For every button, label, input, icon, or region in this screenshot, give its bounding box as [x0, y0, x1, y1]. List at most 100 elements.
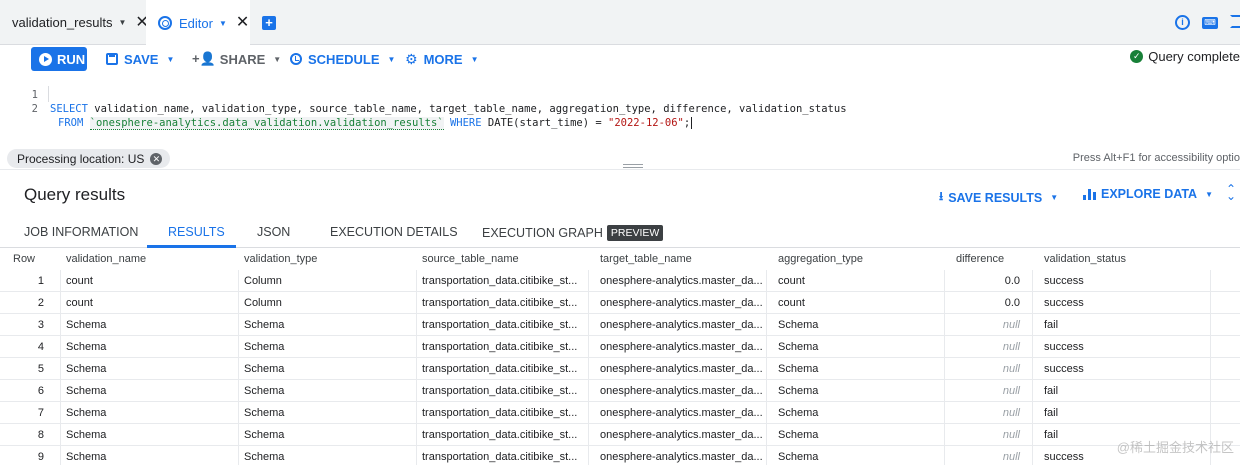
column-header-source-table-name[interactable]: source_table_name [416, 248, 592, 270]
column-divider [766, 292, 767, 314]
column-divider [588, 292, 589, 314]
table-row[interactable]: 6 Schema Schema transportation_data.citibik… [0, 380, 1240, 402]
table-row[interactable]: 3 Schema Schema transportation_data.citibik… [0, 314, 1240, 336]
cell-row-number: 7 [37, 407, 44, 419]
new-tab-plus-icon[interactable]: + [262, 16, 276, 30]
code-line-1[interactable]: 1 SELECT validation_name, validation_typ… [0, 74, 847, 115]
cell-validation-status: success [1044, 275, 1084, 287]
sql-editor[interactable]: 1 SELECT validation_name, validation_typ… [0, 73, 1240, 148]
save-button[interactable]: SAVE ▼ [106, 49, 174, 69]
table-row[interactable]: 9 Schema Schema transportation_data.citibik… [0, 446, 1240, 465]
column-divider [238, 336, 239, 358]
chevron-down-icon[interactable]: ▼ [219, 19, 227, 28]
column-divider [416, 446, 417, 465]
column-header-aggregation-type[interactable]: aggregation_type [772, 248, 948, 270]
cell-aggregation-type: Schema [778, 319, 819, 331]
column-divider [588, 314, 589, 336]
column-divider [588, 358, 589, 380]
column-divider [944, 314, 945, 336]
cell-source-table-name: transportation_data.citibike_st... [422, 341, 578, 353]
schedule-button[interactable]: SCHEDULE ▼ [290, 49, 395, 69]
cell-difference: null [1002, 341, 1020, 353]
cell-aggregation-type: count [778, 297, 805, 309]
table-row[interactable]: 8 Schema Schema transportation_data.citibik… [0, 424, 1240, 446]
tab-execution-details[interactable]: EXECUTION DETAILS [330, 225, 458, 239]
table-row[interactable]: 4 Schema Schema transportation_data.citibik… [0, 336, 1240, 358]
cell-aggregation-type: Schema [778, 429, 819, 441]
share-button[interactable]: +👤 SHARE ▼ [192, 49, 281, 69]
tab-results[interactable]: RESULTS [168, 225, 225, 239]
close-icon[interactable]: ✕ [236, 15, 249, 31]
table-row[interactable]: 2 count Column transportation_data.citibike… [0, 292, 1240, 314]
close-icon[interactable]: ✕ [150, 152, 163, 165]
column-divider [1032, 446, 1033, 465]
resize-handle[interactable] [623, 164, 643, 168]
column-divider [416, 314, 417, 336]
download-icon: ⭳ [939, 189, 944, 203]
run-label: RUN [57, 51, 86, 67]
info-icon[interactable]: i [1175, 15, 1190, 30]
chevron-down-icon[interactable]: ▼ [118, 18, 126, 27]
results-tabs: JOB INFORMATION RESULTS JSON EXECUTION D… [0, 215, 1240, 248]
tab-execution-graph[interactable]: EXECUTION GRAPH PREVIEW [482, 225, 664, 241]
column-header-target-table-name[interactable]: target_table_name [594, 248, 770, 270]
cell-source-table-name: transportation_data.citibike_st... [422, 275, 578, 287]
column-header-validation-type[interactable]: validation_type [238, 248, 414, 270]
keyword-from: FROM [58, 117, 84, 129]
column-divider [238, 446, 239, 465]
keyboard-icon[interactable]: ⌨ [1202, 17, 1218, 29]
cell-aggregation-type: Schema [778, 341, 819, 353]
save-results-button[interactable]: ⭳ SAVE RESULTS ▼ [939, 187, 1058, 208]
column-divider [766, 358, 767, 380]
column-divider [766, 270, 767, 292]
cell-validation-name: Schema [66, 363, 107, 375]
chevron-down-icon: ▼ [273, 54, 282, 64]
table-row[interactable]: 5 Schema Schema transportation_data.citibik… [0, 358, 1240, 380]
table-row[interactable]: 7 Schema Schema transportation_data.citibik… [0, 402, 1240, 424]
fullscreen-icon[interactable] [1230, 15, 1240, 28]
column-header-validation-name[interactable]: validation_name [60, 248, 236, 270]
cell-validation-type: Schema [244, 429, 285, 441]
cell-validation-status: fail [1044, 319, 1059, 331]
column-divider [1210, 336, 1211, 358]
cell-target-table-name: onesphere-analytics.master_da... [600, 319, 763, 331]
tab-job-information[interactable]: JOB INFORMATION [24, 225, 138, 239]
play-icon [39, 52, 52, 66]
tab-editor[interactable]: Editor ▼ ✕ [146, 0, 250, 46]
cell-source-table-name: transportation_data.citibike_st... [422, 429, 578, 441]
column-divider [766, 402, 767, 424]
column-divider [944, 380, 945, 402]
tab-json[interactable]: JSON [257, 225, 290, 239]
column-divider [766, 446, 767, 465]
column-header-validation-status[interactable]: validation_status [1038, 248, 1208, 270]
cell-target-table-name: onesphere-analytics.master_da... [600, 407, 763, 419]
column-divider [238, 358, 239, 380]
cell-aggregation-type: Schema [778, 385, 819, 397]
watermark: @稀土掘金技术社区 [1116, 440, 1234, 455]
tab-validation-results[interactable]: validation_results ▼ ✕ [0, 0, 149, 45]
more-button[interactable]: ⚙ MORE ▼ [405, 49, 478, 69]
run-button[interactable]: RUN [31, 47, 87, 71]
column-divider [238, 314, 239, 336]
expand-icon[interactable]: ⌃ ⌄ [1226, 183, 1236, 202]
column-divider [944, 402, 945, 424]
cell-source-table-name: transportation_data.citibike_st... [422, 297, 578, 309]
column-divider [60, 402, 61, 424]
column-divider [1032, 292, 1033, 314]
table-row[interactable]: 1 count Column transportation_data.citibike… [0, 270, 1240, 292]
code-line-2[interactable]: 2 FROM `onesphere-analytics.data_validat… [0, 88, 693, 130]
processing-location-chip[interactable]: Processing location: US ✕ [7, 149, 171, 168]
column-divider [60, 358, 61, 380]
cell-validation-type: Schema [244, 407, 285, 419]
column-header-difference[interactable]: difference [950, 248, 1030, 270]
column-header-row-number[interactable]: Row [6, 248, 46, 270]
window-actions: i ⌨ [1175, 15, 1240, 30]
add-person-icon: +👤 [192, 51, 216, 66]
keyword-select: SELECT [50, 103, 88, 115]
column-divider [1210, 380, 1211, 402]
column-divider [238, 270, 239, 292]
statement-end: ; [683, 117, 691, 129]
table-header-row: Row validation_name validation_type source_… [0, 248, 1240, 270]
cell-row-number: 6 [37, 385, 44, 397]
explore-data-button[interactable]: EXPLORE DATA ▼ [1083, 187, 1213, 201]
